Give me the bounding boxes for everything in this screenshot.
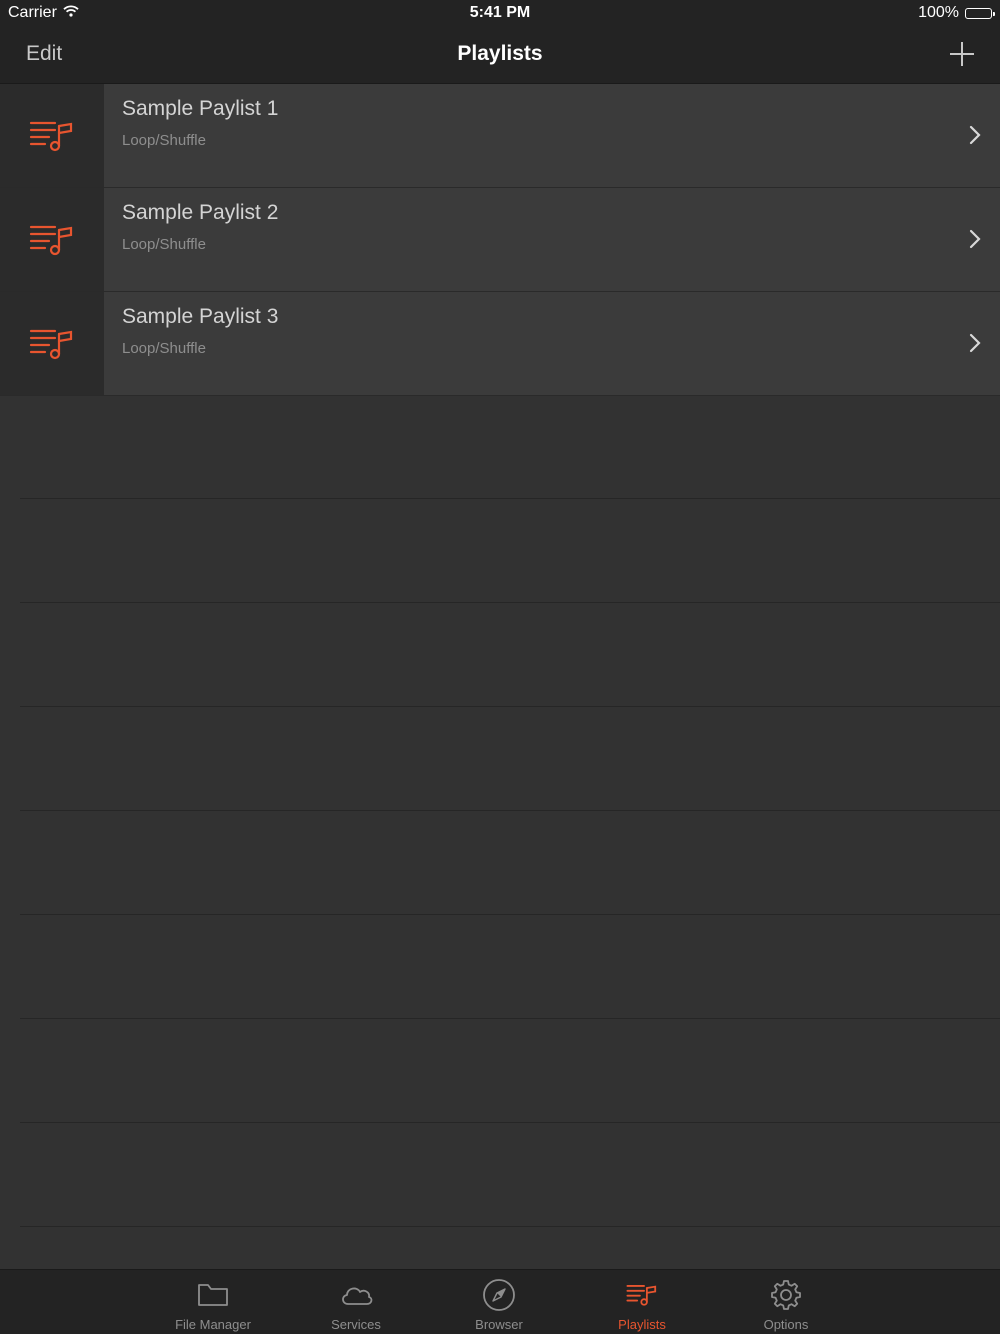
playlist-title: Sample Paylist 2: [122, 201, 279, 224]
tab-label: Browser: [475, 1317, 523, 1332]
status-time: 5:41 PM: [469, 4, 531, 21]
playlist-list: Sample Paylist 1 Loop/Shuffle Sample Pay…: [0, 84, 1000, 396]
playlist-subtitle: Loop/Shuffle: [122, 236, 206, 253]
playlist-icon-box: [0, 188, 104, 291]
tab-file-manager[interactable]: File Manager: [153, 1270, 273, 1334]
gear-icon: [769, 1279, 803, 1311]
playlist-subtitle: Loop/Shuffle: [122, 132, 206, 149]
playlist-row-2[interactable]: Sample Paylist 2 Loop/Shuffle: [0, 188, 1000, 292]
tab-label: Playlists: [618, 1317, 666, 1332]
playlist-icon: [625, 1279, 659, 1311]
page-title: Playlists: [457, 42, 543, 65]
list-separator: [20, 811, 1000, 915]
playlist-icon-box: [0, 84, 104, 187]
list-separator: [20, 499, 1000, 603]
list-separator: [20, 707, 1000, 811]
battery-percent: 100%: [918, 4, 959, 21]
tab-options[interactable]: Options: [726, 1270, 846, 1334]
folder-icon: [196, 1279, 230, 1311]
tab-services[interactable]: Services: [296, 1270, 416, 1334]
list-separator: [20, 395, 1000, 499]
battery-icon: [965, 7, 995, 19]
playlist-row-3[interactable]: Sample Paylist 3 Loop/Shuffle: [0, 292, 1000, 396]
compass-icon: [482, 1279, 516, 1311]
playlist-row-1[interactable]: Sample Paylist 1 Loop/Shuffle: [0, 84, 1000, 188]
status-bar: Carrier 5:41 PM 100%: [0, 0, 1000, 28]
playlist-icon: [29, 225, 73, 255]
tab-label: File Manager: [175, 1317, 251, 1332]
cloud-icon: [339, 1279, 373, 1311]
tab-label: Options: [763, 1317, 809, 1332]
navigation-bar: Edit Playlists: [0, 28, 1000, 84]
plus-icon: [950, 42, 974, 66]
status-battery: 100%: [918, 4, 995, 22]
chevron-right-icon: [969, 333, 981, 353]
tab-label: Services: [331, 1317, 381, 1332]
list-separator: [20, 915, 1000, 1019]
tab-playlists[interactable]: Playlists: [582, 1270, 702, 1334]
playlist-title: Sample Paylist 3: [122, 305, 279, 328]
add-playlist-button[interactable]: [948, 40, 976, 68]
chevron-right-icon: [969, 229, 981, 249]
playlist-icon-box: [0, 292, 104, 395]
playlist-icon: [29, 329, 73, 359]
playlist-title: Sample Paylist 1: [122, 97, 279, 120]
list-separator: [20, 1123, 1000, 1227]
empty-list-area: [20, 395, 1000, 1227]
playlist-subtitle: Loop/Shuffle: [122, 340, 206, 357]
playlist-icon: [29, 121, 73, 151]
list-separator: [20, 603, 1000, 707]
app-screen: Carrier 5:41 PM 100% Edit Playlists Samp…: [0, 0, 1000, 1334]
tab-bar: File Manager Services Browser Playlists …: [0, 1269, 1000, 1334]
tab-browser[interactable]: Browser: [439, 1270, 559, 1334]
chevron-right-icon: [969, 125, 981, 145]
list-separator: [20, 1019, 1000, 1123]
